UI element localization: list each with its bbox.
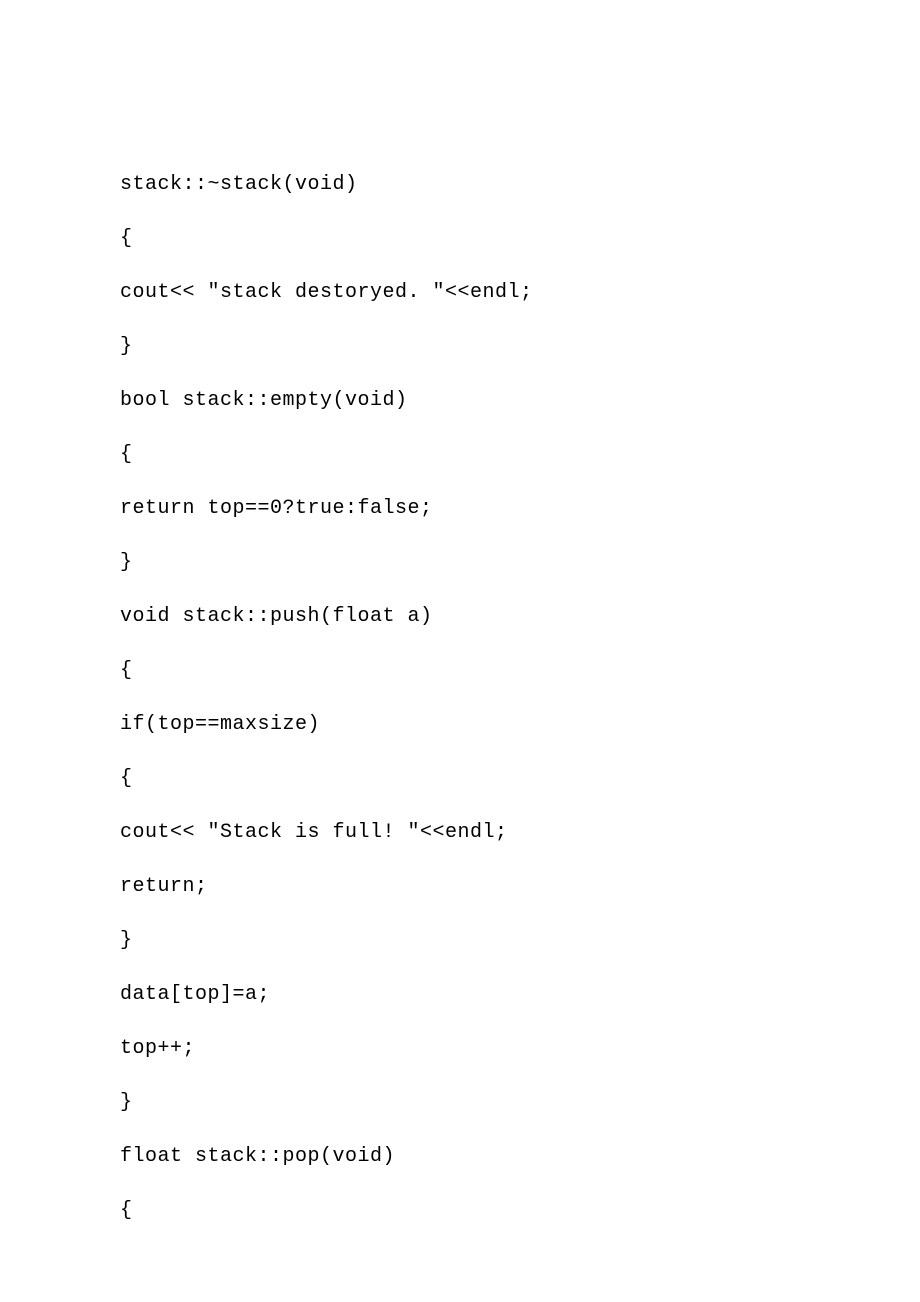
code-line: } (120, 1093, 800, 1113)
code-line: } (120, 553, 800, 573)
code-line: bool stack::empty(void) (120, 391, 800, 411)
code-line: return top==0?true:false; (120, 499, 800, 519)
code-line: top++; (120, 1039, 800, 1059)
code-line: data[top]=a; (120, 985, 800, 1005)
code-line: { (120, 445, 800, 465)
code-line: float stack::pop(void) (120, 1147, 800, 1167)
code-line: cout<< "stack destoryed. "<<endl; (120, 283, 800, 303)
code-line: } (120, 337, 800, 357)
code-line: { (120, 661, 800, 681)
code-line: if(top==maxsize) (120, 715, 800, 735)
code-line: { (120, 1201, 800, 1221)
code-line: { (120, 229, 800, 249)
code-line: stack::~stack(void) (120, 175, 800, 195)
code-line: cout<< "Stack is full! "<<endl; (120, 823, 800, 843)
code-line: void stack::push(float a) (120, 607, 800, 627)
code-line: } (120, 931, 800, 951)
code-line: return; (120, 877, 800, 897)
code-line: { (120, 769, 800, 789)
